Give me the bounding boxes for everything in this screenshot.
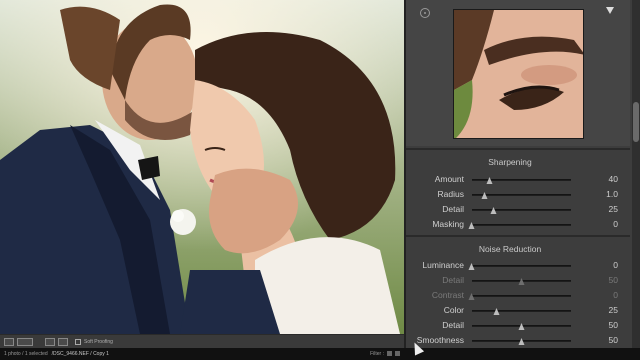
slider-value[interactable]: 50	[576, 275, 618, 285]
slider-row-masking[interactable]: Masking 0	[406, 219, 630, 231]
slider-track[interactable]	[468, 293, 571, 300]
slider-thumb[interactable]	[468, 263, 475, 270]
slider-value[interactable]: 50	[576, 335, 618, 345]
slider-thumb[interactable]	[486, 177, 493, 184]
slider-value[interactable]: 1.0	[576, 189, 618, 199]
slider-thumb[interactable]	[518, 278, 524, 285]
slider-label: Smoothness	[416, 335, 464, 345]
loupe-view-button[interactable]	[4, 337, 14, 346]
slider-value[interactable]: 0	[576, 260, 618, 270]
divider	[406, 148, 630, 150]
slider-value[interactable]: 0	[576, 219, 618, 229]
status-bar: 1 photo / 1 selected /DSC_9466.NEF / Cop…	[0, 348, 640, 360]
slider-thumb[interactable]	[468, 222, 475, 229]
slider-value[interactable]: 0	[576, 290, 618, 300]
slider-row-smoothness[interactable]: Smoothness 50	[406, 335, 630, 347]
slider-label: Color	[443, 305, 464, 315]
before-after-view-button[interactable]	[17, 337, 33, 346]
slider-row-detail[interactable]: Detail 25	[406, 204, 630, 216]
slider-label: Luminance	[422, 260, 464, 270]
preview-eye-image	[454, 10, 583, 138]
slider-track[interactable]	[472, 278, 571, 285]
photo-count: 1 photo / 1 selected	[4, 351, 48, 357]
photo-canvas[interactable]	[0, 0, 404, 334]
slider-row-color[interactable]: Color 25	[406, 305, 630, 317]
filter-label: Filter :	[370, 351, 384, 357]
slider-track[interactable]	[472, 177, 571, 184]
slider-label: Radius	[437, 189, 464, 199]
soft-proofing-checkbox[interactable]	[75, 338, 81, 345]
slider-thumb[interactable]	[493, 308, 500, 315]
slider-label: Detail	[442, 275, 464, 285]
develop-panel: Sharpening Amount 40 Radius 1.0 Detail 25 Mask…	[404, 0, 640, 348]
slider-label: Contrast	[431, 290, 464, 300]
slider-thumb[interactable]	[518, 338, 524, 345]
slider-track[interactable]	[468, 222, 571, 229]
slider-label: Detail	[442, 204, 464, 214]
slider-label: Detail	[442, 320, 464, 330]
soft-proofing-label: Soft Proofing	[84, 338, 113, 345]
slider-label: Amount	[434, 174, 464, 184]
slider-label: Masking	[432, 219, 464, 229]
slider-value[interactable]: 25	[576, 204, 618, 214]
filter-control[interactable]: Filter :	[370, 351, 400, 357]
slider-value[interactable]: 50	[576, 320, 618, 330]
slider-value[interactable]: 40	[576, 174, 618, 184]
wedding-photo	[0, 0, 404, 334]
slider-track[interactable]	[472, 338, 571, 345]
filter-star-icon[interactable]	[395, 351, 400, 356]
slider-track[interactable]	[472, 308, 571, 315]
slider-row-luminance[interactable]: Luminance 0	[406, 260, 630, 272]
slider-thumb[interactable]	[468, 293, 475, 300]
soft-proofing-toggle[interactable]: Soft Proofing	[75, 338, 113, 345]
slider-track[interactable]	[468, 263, 571, 270]
slider-row-radius[interactable]: Radius 1.0	[406, 189, 630, 201]
slider-value[interactable]: 25	[576, 305, 618, 315]
slider-row-detail[interactable]: Detail 50	[406, 320, 630, 332]
panel-menu-icon[interactable]	[606, 7, 614, 14]
slider-thumb[interactable]	[481, 192, 488, 199]
file-path[interactable]: /DSC_9466.NEF / Copy 1	[52, 351, 109, 357]
panel-scrollbar[interactable]	[632, 0, 640, 348]
target-adjust-icon[interactable]	[420, 8, 430, 18]
compare-view-button[interactable]	[58, 337, 68, 346]
slider-row-contrast[interactable]: Contrast 0	[406, 290, 630, 302]
slider-track[interactable]	[472, 207, 571, 214]
slider-track[interactable]	[472, 323, 571, 330]
sharpening-title[interactable]: Sharpening	[470, 157, 550, 167]
slider-thumb[interactable]	[490, 207, 497, 214]
slider-row-amount[interactable]: Amount 40	[406, 174, 630, 186]
filter-flag-icon[interactable]	[387, 351, 392, 356]
grid-view-button[interactable]	[45, 337, 55, 346]
detail-preview-area	[406, 0, 630, 146]
slider-row-detail[interactable]: Detail 50	[406, 275, 630, 287]
slider-thumb[interactable]	[518, 323, 524, 330]
filmstrip-toolbar: Soft Proofing	[0, 334, 404, 348]
divider	[406, 235, 630, 237]
panel-scrollbar-thumb[interactable]	[633, 102, 639, 142]
detail-zoom-preview[interactable]	[453, 9, 584, 139]
noise-reduction-title[interactable]: Noise Reduction	[470, 244, 550, 254]
slider-track[interactable]	[472, 192, 571, 199]
